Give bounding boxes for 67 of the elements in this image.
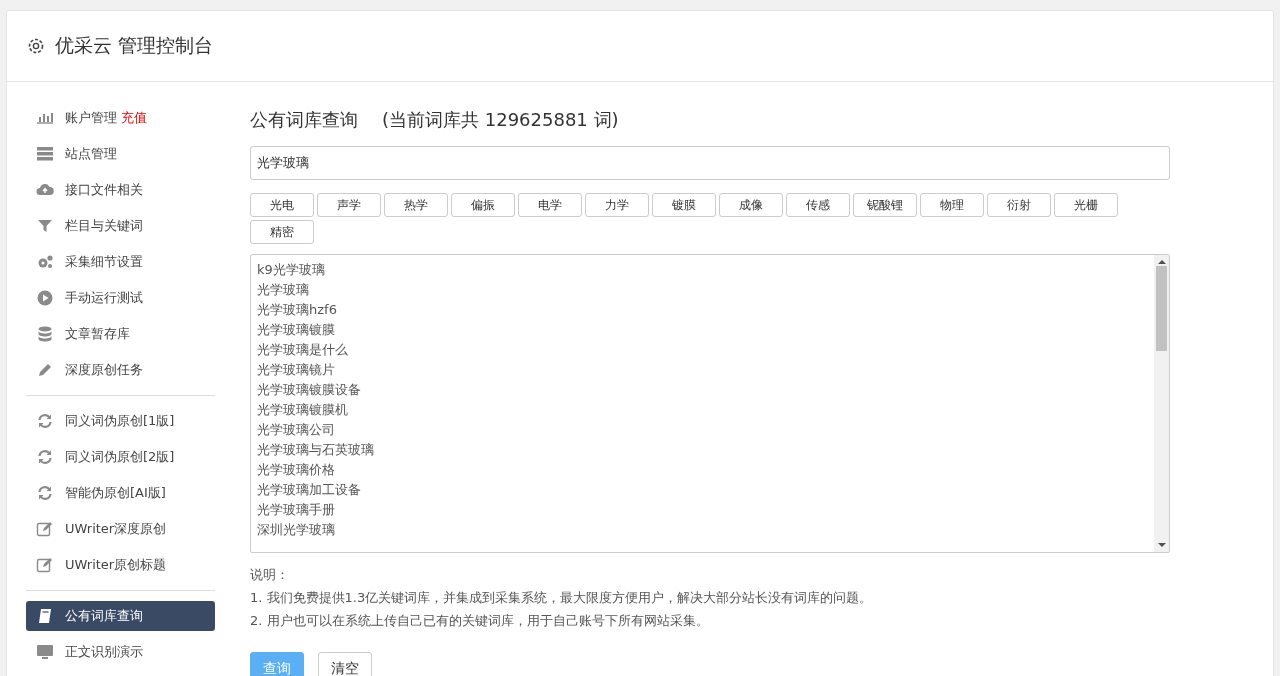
- search-field[interactable]: 光学玻璃: [250, 146, 1170, 180]
- sidebar-item[interactable]: UWriter深度原创: [26, 514, 215, 544]
- clear-button[interactable]: 清空: [318, 652, 372, 676]
- tag-button[interactable]: 热学: [384, 193, 448, 217]
- sidebar-item[interactable]: 手动运行测试: [26, 283, 215, 313]
- tag-button[interactable]: 衍射: [987, 193, 1051, 217]
- result-item[interactable]: 光学玻璃hzf6: [257, 300, 1148, 320]
- sidebar-item[interactable]: 接口文件相关: [26, 175, 215, 205]
- sidebar-item[interactable]: 正文识别演示: [26, 637, 215, 667]
- sidebar-item[interactable]: 文章暂存库: [26, 319, 215, 349]
- monitor-icon: [36, 643, 54, 661]
- result-item[interactable]: 光学玻璃镀膜设备: [257, 380, 1148, 400]
- sidebar-item[interactable]: 公有词库查询: [26, 601, 215, 631]
- pencil-icon: [36, 361, 54, 379]
- result-item[interactable]: 光学玻璃镀膜机: [257, 400, 1148, 420]
- tag-button[interactable]: 镀膜: [652, 193, 716, 217]
- sidebar-item[interactable]: 同义词伪原创[1版]: [26, 406, 215, 436]
- page-title: 公有词库查询: [250, 108, 358, 132]
- results-list[interactable]: k9光学玻璃 光学玻璃 光学玻璃hzf6 光学玻璃镀膜 光学玻璃是什么 光学玻璃镜片 光学玻璃镀膜设备 光学玻璃镀膜机 光学玻璃公司 光学玻璃与石英玻璃 光学玻璃价格 光学玻璃加工设备 光学玻璃手册 深圳光学玻璃: [250, 254, 1170, 553]
- sidebar-item[interactable]: 采集细节设置: [26, 247, 215, 277]
- sidebar-item[interactable]: 深度原创任务: [26, 355, 215, 385]
- result-item[interactable]: 光学玻璃是什么: [257, 340, 1148, 360]
- result-item[interactable]: 光学玻璃镀膜: [257, 320, 1148, 340]
- recharge-link[interactable]: 充值: [121, 109, 147, 127]
- word-count: (当前词库共 129625881 词): [382, 108, 619, 132]
- tag-button[interactable]: 光电: [250, 193, 314, 217]
- result-item[interactable]: 光学玻璃与石英玻璃: [257, 440, 1148, 460]
- refresh-icon: [36, 484, 54, 502]
- tag-button[interactable]: 成像: [719, 193, 783, 217]
- scrollbar[interactable]: [1154, 255, 1169, 552]
- tag-button[interactable]: 物理: [920, 193, 984, 217]
- sidebar-item[interactable]: 栏目与关键词: [26, 211, 215, 241]
- sidebar-item[interactable]: UWriter原创标题: [26, 550, 215, 580]
- play-icon: [36, 289, 54, 307]
- edit-icon: [36, 556, 54, 574]
- tag-button[interactable]: 传感: [786, 193, 850, 217]
- database-icon: [36, 325, 54, 343]
- tag-button[interactable]: 电学: [518, 193, 582, 217]
- result-item[interactable]: 光学玻璃公司: [257, 420, 1148, 440]
- tag-button[interactable]: 声学: [317, 193, 381, 217]
- tag-button[interactable]: 光栅: [1054, 193, 1118, 217]
- notes-heading: 说明：: [250, 566, 290, 584]
- result-item[interactable]: k9光学玻璃: [257, 260, 1148, 280]
- result-item[interactable]: 光学玻璃手册: [257, 500, 1148, 520]
- tag-button[interactable]: 精密: [250, 220, 314, 244]
- console-title: 优采云 管理控制台: [55, 33, 214, 58]
- refresh-icon: [36, 412, 54, 430]
- sidebar-item[interactable]: 账户管理 充值: [26, 103, 215, 133]
- edit-icon: [36, 520, 54, 538]
- result-item[interactable]: 深圳光学玻璃: [257, 520, 1148, 540]
- note-text: 2. 用户也可以在系统上传自己已有的关键词库，用于自己账号下所有网站采集。: [250, 612, 710, 630]
- tag-button[interactable]: 力学: [585, 193, 649, 217]
- refresh-icon: [36, 448, 54, 466]
- tag-button[interactable]: 铌酸锂: [853, 193, 917, 217]
- server-icon: [36, 145, 54, 163]
- result-item[interactable]: 光学玻璃价格: [257, 460, 1148, 480]
- result-item[interactable]: 光学玻璃: [257, 280, 1148, 300]
- sidebar-item[interactable]: 智能伪原创[AI版]: [26, 478, 215, 508]
- book-icon: [36, 607, 54, 625]
- tag-button[interactable]: 偏振: [451, 193, 515, 217]
- sidebar-item[interactable]: 站点管理: [26, 139, 215, 169]
- sidebar-item[interactable]: 同义词伪原创[2版]: [26, 442, 215, 472]
- result-item[interactable]: 光学玻璃镜片: [257, 360, 1148, 380]
- result-item[interactable]: 光学玻璃加工设备: [257, 480, 1148, 500]
- note-text: 1. 我们免费提供1.3亿关键词库，并集成到采集系统，最大限度方便用户，解决大部分站长没有词库的问题。: [250, 589, 874, 607]
- settings-icon: [27, 37, 45, 55]
- filter-icon: [36, 217, 54, 235]
